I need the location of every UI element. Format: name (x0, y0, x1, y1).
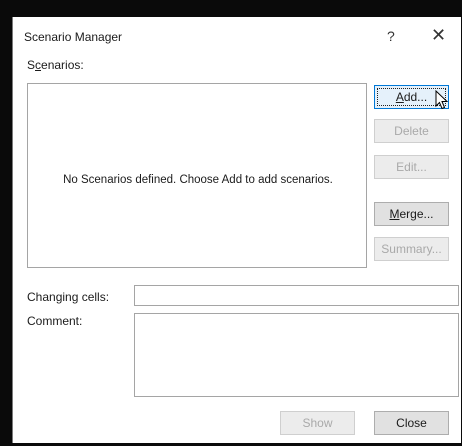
comment-field[interactable] (134, 313, 459, 397)
mouse-pointer-icon (435, 90, 449, 110)
changing-cells-field[interactable] (134, 285, 459, 306)
summary-button[interactable]: Summary... (374, 237, 449, 261)
window-frame-top (0, 0, 462, 17)
scenario-manager-dialog: Scenario Manager ? ✕ Scenarios: No Scena… (12, 17, 461, 443)
close-button[interactable]: Close (374, 411, 449, 435)
scenarios-label: Scenarios: (27, 58, 84, 72)
show-button[interactable]: Show (280, 411, 355, 435)
comment-label: Comment: (27, 314, 83, 328)
help-icon[interactable]: ? (387, 28, 395, 44)
merge-button[interactable]: Merge... (374, 202, 449, 226)
delete-button[interactable]: Delete (374, 119, 449, 143)
scenarios-listbox[interactable]: No Scenarios defined. Choose Add to add … (27, 83, 367, 268)
edit-button[interactable]: Edit... (374, 155, 449, 179)
window-frame-left (0, 0, 12, 446)
dialog-title: Scenario Manager (24, 30, 123, 44)
close-icon[interactable]: ✕ (431, 25, 446, 46)
empty-scenarios-message: No Scenarios defined. Choose Add to add … (63, 174, 333, 186)
changing-cells-label: Changing cells: (27, 290, 110, 304)
